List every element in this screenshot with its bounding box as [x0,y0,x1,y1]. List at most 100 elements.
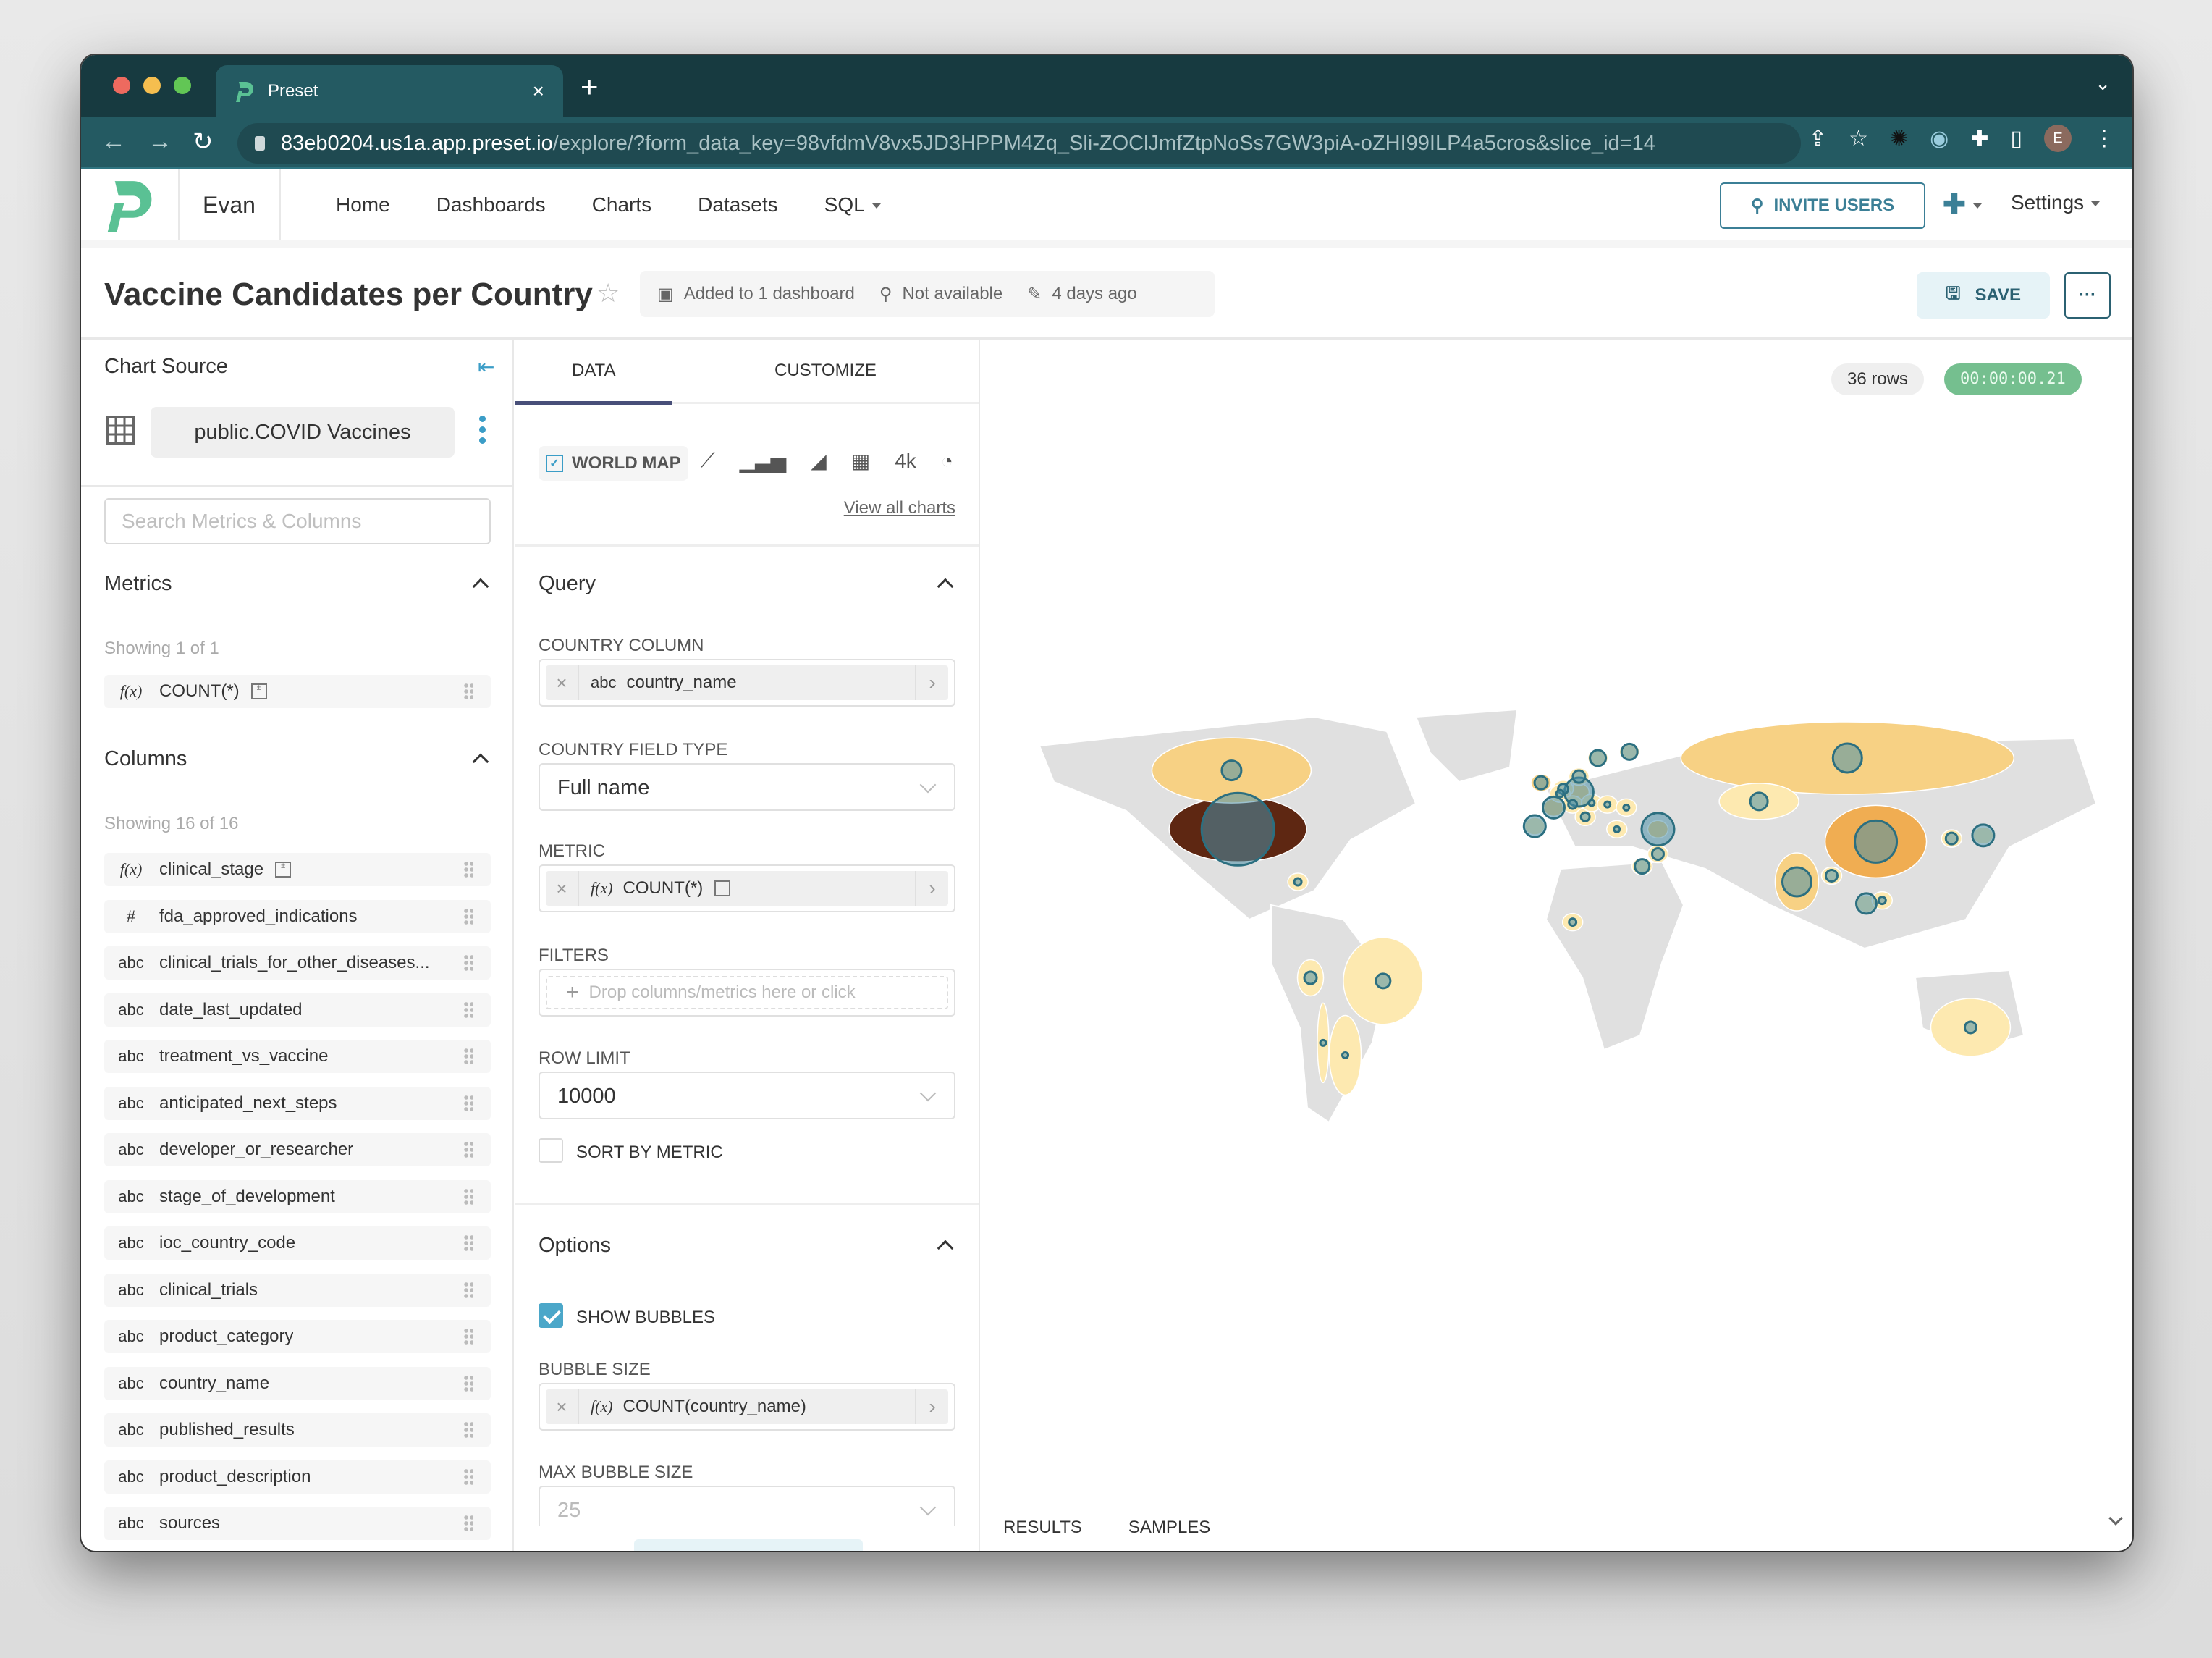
invite-users-button[interactable]: ⚲ INVITE USERS [1720,182,1925,229]
drag-handle-icon[interactable] [463,1094,473,1112]
country-column-control[interactable]: × abc country_name › [539,659,955,707]
tab-search-icon[interactable]: ⌄ [2095,72,2111,95]
filters-control[interactable]: + Drop columns/metrics here or click [539,969,955,1017]
bubble-bangladesh[interactable] [1824,868,1839,883]
tab-samples[interactable]: SAMPLES [1128,1518,1210,1538]
bubble-greece[interactable] [1613,825,1621,833]
metric-pill[interactable]: × f(x) COUNT(*) › [546,871,948,906]
bubble-romania[interactable] [1622,803,1631,812]
drag-handle-icon[interactable] [463,1187,473,1205]
bubble-united-states[interactable] [1200,791,1275,867]
drag-handle-icon[interactable] [463,1001,473,1019]
remove-icon[interactable]: × [546,665,579,700]
area-chart-icon[interactable]: ◢ [811,449,827,473]
country-column-pill[interactable]: × abc country_name › [546,665,948,700]
bubble-argentina[interactable] [1341,1051,1350,1059]
world-map-chart[interactable] [1010,702,2125,1151]
column-item[interactable]: abc developer_or_researcher [104,1133,491,1166]
workspace-name[interactable]: Evan [180,169,281,240]
help-button[interactable]: ? [2131,1528,2132,1551]
metrics-section-header[interactable]: Metrics [104,572,491,596]
column-item[interactable]: abc treatment_vs_vaccine [104,1040,491,1073]
bubble-sweden[interactable] [1589,749,1608,767]
dataset-name[interactable]: public.COVID Vaccines [151,407,455,458]
bubble-china[interactable] [1854,819,1899,864]
column-item[interactable]: abc clinical_trials [104,1273,491,1307]
bookmark-star-icon[interactable]: ☆ [1849,126,1868,151]
query-section-header[interactable]: Query [539,572,955,596]
bubble-kazakhstan[interactable] [1749,791,1769,812]
filters-dropzone[interactable]: + Drop columns/metrics here or click [546,976,948,1009]
bubble-switzerland[interactable] [1567,799,1579,810]
bubble-belgium[interactable] [1555,788,1565,799]
options-section-header[interactable]: Options [539,1234,955,1258]
profile-avatar[interactable]: E [2044,125,2072,152]
bubble-egypt[interactable] [1634,858,1651,875]
drag-handle-icon[interactable] [463,1281,473,1299]
big-number-icon[interactable]: 4k [895,450,916,473]
country-field-type-select[interactable]: Full name [539,763,955,811]
bubble-chile[interactable] [1319,1038,1327,1047]
collapse-panel-icon[interactable]: ⇤ [478,355,494,379]
column-item[interactable]: abc stage_of_development [104,1179,491,1213]
bubble-brazil[interactable] [1375,972,1392,990]
bubble-spain[interactable] [1522,814,1547,838]
tab-customize[interactable]: CUSTOMIZE [774,361,877,381]
bubble-nigeria[interactable] [1568,917,1578,927]
bubble-south-korea[interactable] [1944,831,1959,846]
browser-tab[interactable]: Preset × [216,65,563,117]
bubble-hungary[interactable] [1603,800,1612,809]
url-bar[interactable]: 83eb0204.us1a.app.preset.io /explore/?fo… [237,123,1801,164]
view-all-charts-link[interactable]: View all charts [844,498,955,518]
bubble-france[interactable] [1541,795,1566,820]
chevron-right-icon[interactable]: › [915,871,948,906]
nav-home[interactable]: Home [336,193,390,216]
nav-dashboards[interactable]: Dashboards [436,193,546,216]
drag-handle-icon[interactable] [463,1515,473,1532]
bubble-size-pill[interactable]: × f(x) COUNT(country_name) › [546,1389,948,1424]
line-chart-icon[interactable]: ⟋ [701,449,715,473]
new-tab-button[interactable]: + [581,70,599,104]
nav-charts[interactable]: Charts [592,193,651,216]
collapse-results-icon[interactable] [2108,1511,2123,1526]
columns-section-header[interactable]: Columns [104,747,491,771]
drag-handle-icon[interactable] [463,954,473,972]
chevron-right-icon[interactable]: › [915,665,948,700]
drag-handle-icon[interactable] [463,861,473,878]
column-item[interactable]: abc date_last_updated [104,993,491,1027]
bubble-thailand[interactable] [1854,892,1878,915]
drag-handle-icon[interactable] [463,1374,473,1392]
nav-datasets[interactable]: Datasets [698,193,778,216]
drag-handle-icon[interactable] [463,1141,473,1158]
column-item[interactable]: abc product_category [104,1320,491,1353]
bubble-vietnam[interactable] [1877,896,1887,906]
column-item[interactable]: abc ioc_country_code [104,1226,491,1260]
reload-icon[interactable]: ↻ [193,127,214,156]
metric-control[interactable]: × f(x) COUNT(*) › [539,864,955,912]
column-item[interactable]: abc anticipated_next_steps [104,1086,491,1120]
show-bubbles-checkbox[interactable] [539,1303,563,1328]
bubble-cuba[interactable] [1293,877,1303,887]
dataset-menu-icon[interactable] [479,416,486,444]
bubble-japan[interactable] [1971,823,1996,848]
password-extension-icon[interactable]: ◉ [1930,126,1949,151]
remove-icon[interactable]: × [546,871,579,906]
bar-chart-icon[interactable]: ▁▃▅ [740,449,787,473]
column-item[interactable]: abc sources [104,1507,491,1540]
bubble-russia[interactable] [1831,742,1863,774]
chart-title[interactable]: Vaccine Candidates per Country [104,277,593,313]
bubble-finland[interactable] [1620,742,1639,761]
tab-results[interactable]: RESULTS [1003,1518,1082,1538]
drag-handle-icon[interactable] [463,1048,473,1065]
chevron-right-icon[interactable]: › [915,1389,948,1424]
bubble-italy[interactable] [1579,811,1591,822]
forward-icon[interactable]: → [148,127,172,156]
column-item[interactable]: # fda_approved_indications [104,899,491,933]
bubble-peru[interactable] [1303,970,1318,985]
nav-sql[interactable]: SQL [824,193,881,216]
column-item[interactable]: abc product_description [104,1460,491,1494]
bubble-size-control[interactable]: × f(x) COUNT(country_name) › [539,1383,955,1431]
max-bubble-size-select[interactable]: 25 [539,1486,955,1526]
drag-handle-icon[interactable] [463,907,473,925]
browser-menu-icon[interactable]: ⋮ [2093,126,2115,151]
